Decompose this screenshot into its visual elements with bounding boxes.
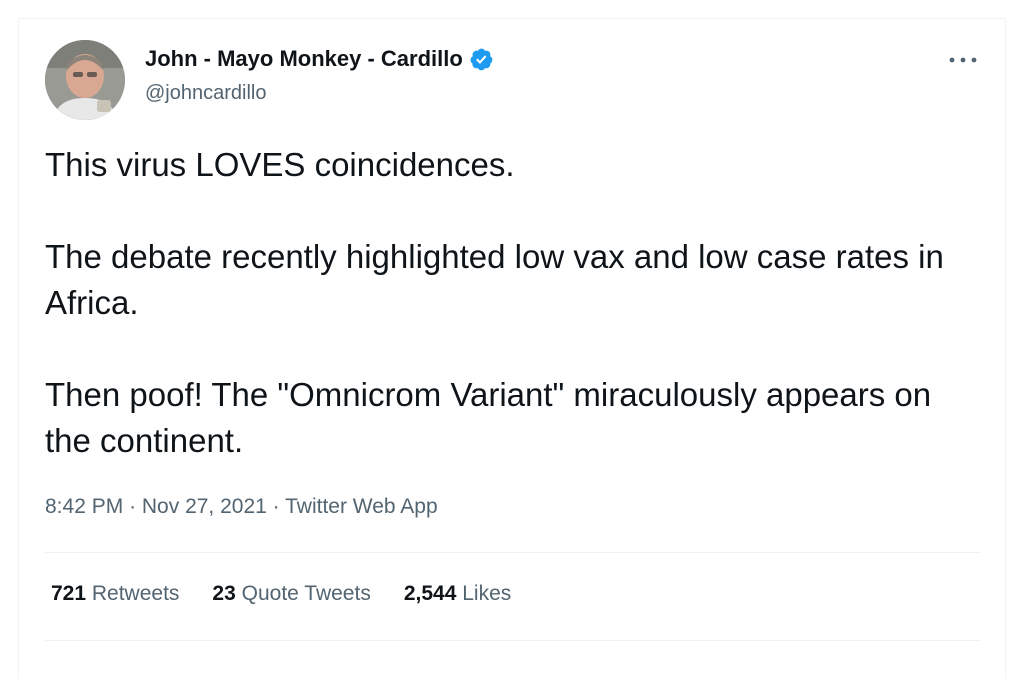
tweet-paragraph: The debate recently highlighted low vax …	[45, 238, 944, 321]
likes-count: 2,544	[403, 582, 463, 605]
divider	[45, 552, 981, 553]
author-name-row[interactable]: John - Mayo Monkey - Cardillo	[145, 46, 494, 72]
quote-tweets-stat[interactable]: 23 Quote Tweets	[212, 582, 370, 606]
avatar-photo-icon	[45, 40, 125, 120]
avatar[interactable]	[45, 40, 125, 120]
meta-separator: ·	[129, 495, 142, 518]
tweet-date[interactable]: Nov 27, 2021	[142, 495, 267, 518]
retweets-count: 721	[51, 582, 92, 605]
retweets-label: Retweets	[91, 582, 180, 605]
divider	[45, 640, 981, 641]
verified-badge-icon	[469, 47, 494, 72]
likes-stat[interactable]: 2,544 Likes	[404, 582, 511, 606]
likes-label: Likes	[462, 582, 512, 605]
author-handle[interactable]: @johncardillo	[145, 82, 266, 105]
more-horizontal-icon	[949, 57, 977, 63]
tweet-source: Twitter Web App	[285, 495, 438, 518]
tweet-paragraph: Then poof! The "Omnicrom Variant" miracu…	[45, 376, 932, 459]
more-options-button[interactable]	[946, 48, 980, 72]
quote-tweets-count: 23	[212, 582, 242, 605]
tweet-paragraph: This virus LOVES coincidences.	[45, 146, 515, 183]
tweet-text: This virus LOVES coincidences. The debat…	[45, 142, 975, 464]
meta-separator: ·	[272, 495, 286, 518]
author-display-name[interactable]: John - Mayo Monkey - Cardillo	[145, 46, 463, 72]
retweets-stat[interactable]: 721 Retweets	[51, 582, 179, 606]
engagement-stats: 721 Retweets 23 Quote Tweets 2,544 Likes	[51, 582, 544, 606]
tweet-metadata: 8:42 PM · Nov 27, 2021 · Twitter Web App	[45, 495, 438, 519]
tweet-time[interactable]: 8:42 PM	[45, 495, 123, 518]
quote-tweets-label: Quote Tweets	[241, 582, 371, 605]
